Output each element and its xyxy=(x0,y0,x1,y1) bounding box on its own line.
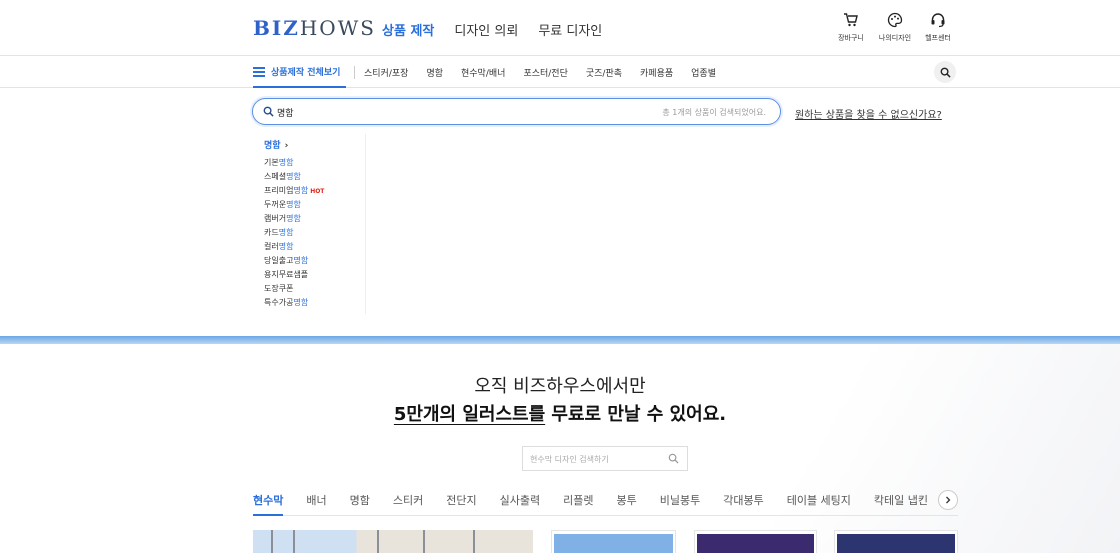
promo-line-1: 오직 비즈하우스에서만 xyxy=(474,376,646,397)
cart-button[interactable]: 장바구니 xyxy=(831,12,871,43)
chevron-right-icon: › xyxy=(284,141,289,151)
cart-label: 장바구니 xyxy=(838,34,864,42)
cannot-find-product-link[interactable]: 원하는 상품을 찾을 수 없으신가요? xyxy=(795,106,942,121)
cart-icon xyxy=(844,13,858,27)
design-tab[interactable]: 칵테일 냅킨 xyxy=(874,492,928,516)
suggestion-item[interactable]: 당일출고명함 xyxy=(264,254,324,268)
tabs-next-button[interactable] xyxy=(938,490,958,510)
product-search-input[interactable]: 명함 총 1개의 상품이 검색되었어요. xyxy=(252,98,781,125)
design-tab[interactable]: 봉투 xyxy=(616,492,636,516)
category-sticker-package[interactable]: 스티커/포장 xyxy=(364,66,408,79)
promo-highlight: 5만개의 일러스트를 xyxy=(393,404,546,425)
suggestion-item[interactable]: 특수가공명함 xyxy=(264,296,324,310)
category-goods[interactable]: 굿즈/판촉 xyxy=(586,66,622,79)
suggestion-item[interactable]: 용지무료샘플 xyxy=(264,268,324,282)
suggestion-item[interactable]: 기본명함 xyxy=(264,156,324,170)
design-tab[interactable]: 비닐봉투 xyxy=(660,492,700,516)
suggestion-category[interactable]: 명함 › xyxy=(264,138,288,151)
design-tab[interactable]: 리플렛 xyxy=(563,492,593,516)
design-tab[interactable]: 스티커 xyxy=(393,492,423,516)
design-thumbnail[interactable] xyxy=(694,530,817,553)
site-header: BIZHOWS 상품 제작 디자인 의뢰 무료 디자인 장바구니 나의디자인 헬… xyxy=(0,0,1120,56)
suggestion-item[interactable]: 카드명함 xyxy=(264,226,324,240)
design-thumbnail[interactable] xyxy=(551,530,676,553)
category-business-card[interactable]: 명함 xyxy=(426,66,443,79)
headset-icon xyxy=(931,13,945,28)
suggestion-items: 기본명함 스페셜명함 프리미엄명함 HOT 두꺼운명함 램버거명함 카드명함 컬러명함 당일출고… xyxy=(264,156,324,310)
suggestion-item[interactable]: 두꺼운명함 xyxy=(264,198,324,212)
nav-product-making[interactable]: 상품 제작 xyxy=(382,20,434,39)
hot-badge: HOT xyxy=(310,188,325,195)
search-result-count: 총 1개의 상품이 검색되었어요. xyxy=(662,108,766,117)
category-divider xyxy=(354,66,355,79)
category-by-industry[interactable]: 업종별 xyxy=(691,66,716,79)
search-query: 명함 xyxy=(277,109,294,119)
nav-free-design[interactable]: 무료 디자인 xyxy=(538,20,602,39)
suggestion-list: 명함 › 기본명함 스페셜명함 프리미엄명함 HOT 두꺼운명함 램버거명함 카드명함 컬러명함… xyxy=(253,134,366,314)
logo-biz: BIZ xyxy=(253,16,300,40)
category-list: 스티커/포장 명함 현수막/배너 포스터/전단 굿즈/판촉 카페용품 업종별 xyxy=(364,66,734,79)
search-panel: 명함 총 1개의 상품이 검색되었어요. 원하는 상품을 찾을 수 없으신가요?… xyxy=(0,88,1120,336)
suggestion-item[interactable]: 도장쿠폰 xyxy=(264,282,324,296)
suggestion-item[interactable]: 스페셜명함 xyxy=(264,170,324,184)
free-design-section: 오직 비즈하우스에서만 5만개의 일러스트를 무료로 만날 수 있어요. 현수막… xyxy=(0,344,1120,553)
category-cafe-supplies[interactable]: 카페용품 xyxy=(640,66,673,79)
my-design-button[interactable]: 나의디자인 xyxy=(875,12,915,43)
main-nav: 상품 제작 디자인 의뢰 무료 디자인 xyxy=(382,20,602,39)
design-search-placeholder: 현수막 디자인 검색하기 xyxy=(530,455,609,464)
suggestion-item[interactable]: 컬러명함 xyxy=(264,240,324,254)
design-thumbnail[interactable] xyxy=(834,530,958,553)
design-search-input[interactable]: 현수막 디자인 검색하기 xyxy=(522,446,688,471)
all-categories-button[interactable]: 상품제작 전체보기 xyxy=(253,57,347,88)
design-category-tabs: 현수막 배너 명함 스티커 전단지 실사출력 리플렛 봉투 비닐봉투 각대봉투 테이블 세팅지 칵테일… xyxy=(253,492,958,516)
design-tab[interactable]: 각대봉투 xyxy=(723,492,763,516)
palette-icon xyxy=(887,12,903,28)
design-tab[interactable]: 테이블 세팅지 xyxy=(787,492,851,516)
search-icon xyxy=(263,106,274,117)
suggestion-item[interactable]: 램버거명함 xyxy=(264,212,324,226)
suggestion-item[interactable]: 프리미엄명함 HOT xyxy=(264,184,324,198)
logo-hows: HOWS xyxy=(299,16,376,40)
page: BIZHOWS 상품 제작 디자인 의뢰 무료 디자인 장바구니 나의디자인 헬… xyxy=(0,0,1120,553)
design-tab[interactable]: 전단지 xyxy=(446,492,476,516)
nav-design-request[interactable]: 디자인 의뢰 xyxy=(454,20,518,39)
design-tab[interactable]: 실사출력 xyxy=(500,492,540,516)
all-categories-label: 상품제작 전체보기 xyxy=(271,68,341,78)
chevron-right-icon xyxy=(946,496,951,504)
hamburger-icon xyxy=(253,66,265,77)
section-divider-band xyxy=(0,336,1120,344)
design-thumbnail[interactable] xyxy=(253,530,533,553)
help-center-button[interactable]: 헬프센터 xyxy=(918,12,958,43)
search-icon xyxy=(940,67,951,78)
design-tab[interactable]: 명함 xyxy=(350,492,370,516)
promo-line-2-rest: 무료로 만날 수 있어요. xyxy=(545,404,727,425)
category-poster-flyer[interactable]: 포스터/전단 xyxy=(523,66,567,79)
promo-line-2: 5만개의 일러스트를 무료로 만날 수 있어요. xyxy=(0,400,1120,426)
my-design-label: 나의디자인 xyxy=(878,34,912,42)
design-tab[interactable]: 배너 xyxy=(306,492,326,516)
search-icon[interactable] xyxy=(668,453,679,464)
logo[interactable]: BIZHOWS xyxy=(253,16,376,40)
category-search-button[interactable] xyxy=(934,61,956,83)
design-tab[interactable]: 현수막 xyxy=(253,492,284,516)
help-center-label: 헬프센터 xyxy=(925,34,951,42)
category-banner[interactable]: 현수막/배너 xyxy=(461,66,505,79)
